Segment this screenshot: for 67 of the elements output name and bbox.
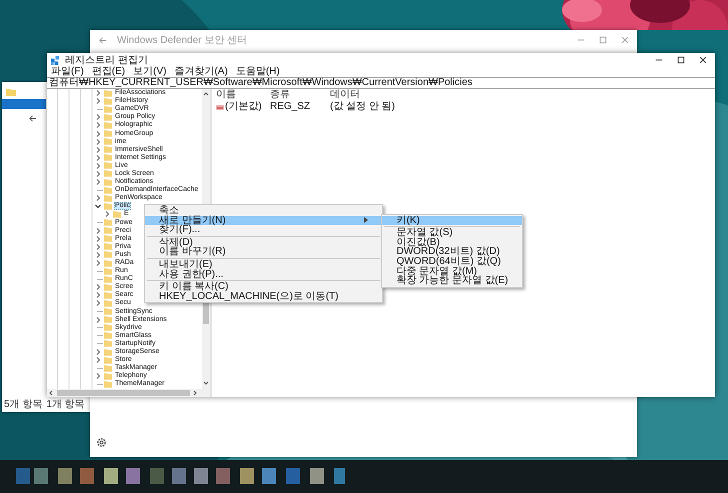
expand-icon[interactable] [95, 146, 101, 153]
close-icon[interactable] [699, 56, 707, 64]
menu-item[interactable]: 편집(E) [92, 67, 126, 77]
column-header[interactable]: 종류 [266, 89, 326, 101]
expand-icon[interactable] [95, 114, 101, 120]
expand-icon[interactable] [95, 316, 101, 323]
horizontal-scrollbar[interactable] [47, 389, 210, 397]
table-cell: (기본값) [225, 101, 262, 113]
expand-icon[interactable] [95, 195, 101, 202]
menu-item[interactable]: 이진값(B) [382, 238, 522, 248]
expand-icon[interactable] [95, 292, 101, 298]
menu-item[interactable]: DWORD(32비트) 값(D) [382, 247, 522, 257]
table-cell-text: (값 설정 안 됨) [329, 101, 395, 113]
menu-item[interactable]: 내보내기(E) [145, 260, 382, 270]
expand-icon[interactable] [95, 373, 101, 380]
menu-item[interactable]: 문자열 값(S) [382, 228, 522, 238]
menu-item[interactable]: 보기(V) [133, 67, 166, 77]
column-header[interactable]: 데이터 [326, 89, 360, 101]
window-title: 레지스트리 편집기 [65, 54, 148, 66]
expand-icon[interactable] [95, 130, 101, 137]
menu-item[interactable]: 축소 [145, 206, 382, 216]
menu-item[interactable]: 사용 권한(P)... [145, 270, 382, 280]
expand-icon[interactable] [95, 90, 101, 96]
column-header[interactable]: 이름 [212, 89, 266, 101]
expand-icon[interactable] [104, 211, 110, 218]
settings-icon[interactable] [96, 437, 107, 448]
expand-icon[interactable] [95, 236, 101, 242]
menu-item[interactable]: QWORD(64비트) 값(Q) [382, 256, 522, 267]
address-bar[interactable]: 컴퓨터₩HKEY_CURRENT_USER₩Software₩Microsoft₩Windows₩CurrentVersion₩Policies [47, 77, 715, 89]
expand-icon[interactable] [95, 300, 101, 306]
menu-item[interactable]: 다중 문자열 값(M) [382, 266, 522, 276]
window-title: Windows Defender 보안 센터 [117, 34, 248, 47]
expand-icon[interactable] [95, 284, 101, 290]
expand-icon[interactable] [95, 179, 101, 186]
expand-icon[interactable] [95, 244, 101, 250]
expand-icon[interactable] [95, 252, 101, 258]
menu-item[interactable]: 즐겨찾기(A) [174, 67, 228, 77]
back-arrow-icon[interactable] [28, 114, 37, 123]
expand-icon[interactable] [95, 170, 101, 177]
expand-icon[interactable] [95, 98, 101, 104]
string-value-icon [216, 104, 224, 110]
expand-icon[interactable] [95, 122, 101, 128]
status-text: 1개 항목 [46, 399, 85, 411]
collapse-icon[interactable] [95, 203, 101, 210]
expand-icon[interactable] [95, 162, 101, 169]
menu-item[interactable]: 찾기(F)... [145, 225, 382, 235]
menu-item[interactable]: 새로 만들기(N) [145, 216, 382, 226]
menu-item[interactable]: 확장 가능한 문자열 값(E) [382, 276, 522, 286]
expand-icon[interactable] [95, 228, 101, 234]
folder-icon [6, 88, 16, 96]
expand-icon[interactable] [95, 349, 101, 356]
registry-icon [51, 56, 60, 64]
maximize-icon[interactable] [677, 56, 685, 64]
expand-icon[interactable] [95, 138, 101, 145]
menu-item[interactable]: HKEY_LOCAL_MACHINE(으)로 이동(T) [145, 292, 382, 302]
expand-icon[interactable] [95, 357, 101, 364]
menu-item[interactable]: 파일(F) [51, 67, 84, 77]
submenu-arrow-icon [364, 217, 368, 224]
menu-item[interactable]: 키 이름 복사(C) [145, 282, 382, 292]
menu-item[interactable]: 도움말(H) [236, 67, 280, 77]
status-text: 5개 항목 [4, 399, 42, 411]
table-cell-text: REG_SZ [269, 101, 312, 113]
expand-icon[interactable] [95, 260, 101, 266]
menu-item[interactable]: 키(K) [382, 216, 522, 226]
menu-item[interactable]: 삭제(D) [145, 238, 382, 248]
menu-item[interactable]: 이름 바꾸기(R) [145, 247, 382, 257]
expand-icon[interactable] [95, 154, 101, 161]
